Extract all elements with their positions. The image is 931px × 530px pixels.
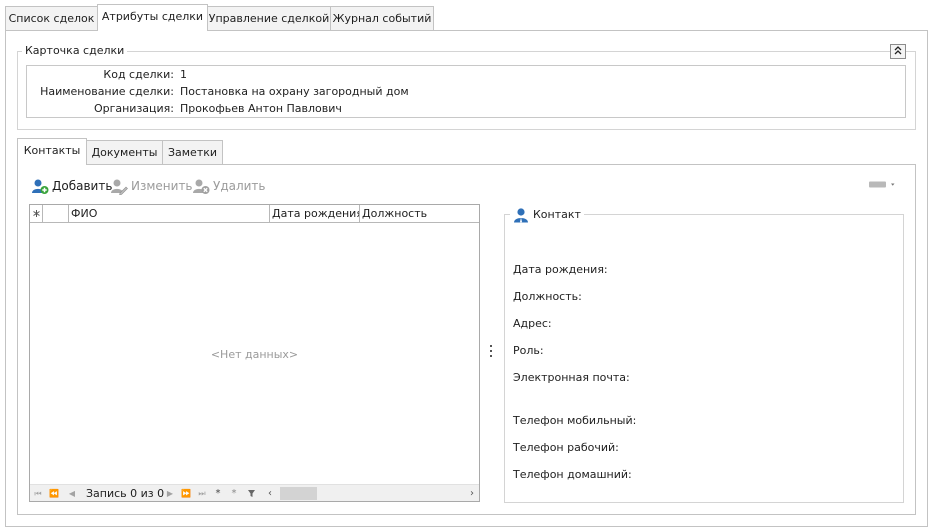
contact-title-label: Контакт [533, 208, 581, 221]
contact-home-phone-label: Телефон домашний: [513, 468, 632, 481]
tab-event-log[interactable]: Журнал событий [330, 6, 434, 30]
contact-work-phone-label: Телефон рабочий: [513, 441, 619, 454]
nav-edit-icon[interactable]: * [228, 485, 240, 502]
add-contact-label: Добавить [52, 179, 113, 193]
scroll-left-icon[interactable]: ‹ [265, 485, 275, 502]
horizontal-scrollbar-thumb[interactable] [280, 487, 317, 500]
tab-documents[interactable]: Документы [86, 140, 163, 164]
contact-address-label: Адрес: [513, 317, 552, 330]
grid-column-birthdate[interactable]: Дата рождения [270, 205, 360, 223]
tab-notes[interactable]: Заметки [162, 140, 223, 164]
contact-title: Контакт [510, 207, 584, 223]
grid-column-position[interactable]: Должность [360, 205, 479, 223]
grid-navigator: ⏮ ⏪ ◀ Запись 0 из 0 ▶ ⏩ ⏭ * * ‹ › [30, 484, 479, 501]
tab-deal-management[interactable]: Управление сделкой [207, 6, 331, 30]
organization-value: Прокофьев Антон Павлович [180, 102, 342, 115]
contact-role-label: Роль: [513, 344, 544, 357]
deal-name-label: Наименование сделки: [40, 85, 174, 98]
tab-deal-list[interactable]: Список сделок [5, 6, 98, 30]
nav-last-icon[interactable]: ⏭ [197, 485, 207, 502]
add-contact-button[interactable]: Добавить [31, 177, 112, 195]
delete-contact-button[interactable]: Удалить [192, 177, 266, 195]
add-user-icon [32, 179, 49, 194]
nav-prev-icon[interactable]: ◀ [67, 485, 77, 502]
grid-column-select[interactable] [43, 205, 69, 223]
deal-card-title: Карточка сделки [22, 44, 128, 58]
contact-position-label: Должность: [513, 290, 582, 303]
contact-mobile-phone-label: Телефон мобильный: [513, 414, 637, 427]
collapse-button[interactable] [890, 44, 906, 59]
contact-email-label: Электронная почта: [513, 371, 630, 384]
nav-first-icon[interactable]: ⏮ [33, 485, 43, 502]
splitter-handle[interactable] [490, 345, 493, 359]
edit-contact-button[interactable]: Изменить [110, 177, 193, 195]
contact-details-box [504, 214, 904, 503]
grid-empty-text: <Нет данных> [210, 348, 299, 361]
scroll-right-icon[interactable]: › [467, 485, 477, 502]
delete-user-icon [193, 179, 210, 194]
nav-next-page-icon[interactable]: ⏩ [181, 485, 191, 502]
nav-record-label: Запись 0 из 0 [86, 487, 165, 500]
nav-next-icon[interactable]: ▶ [165, 485, 175, 502]
contact-birthdate-label: Дата рождения: [513, 263, 608, 276]
nav-filter-icon[interactable] [246, 485, 256, 502]
user-icon [514, 208, 528, 223]
tab-contacts[interactable]: Контакты [17, 138, 87, 165]
delete-contact-label: Удалить [213, 179, 266, 193]
menu-dropdown-icon[interactable] [869, 180, 899, 190]
deal-code-value: 1 [180, 68, 187, 81]
edit-user-icon [111, 179, 128, 195]
grid-column-fio[interactable]: ФИО [69, 205, 270, 223]
new-row-icon [30, 205, 43, 223]
organization-label: Организация: [93, 102, 174, 115]
edit-contact-label: Изменить [131, 179, 193, 193]
grid-header: ФИО Дата рождения Должность [30, 205, 479, 223]
deal-name-value: Постановка на охрану загородный дом [180, 85, 409, 98]
deal-code-label: Код сделки: [103, 68, 174, 81]
tab-deal-attributes[interactable]: Атрибуты сделки [97, 4, 208, 31]
double-chevron-up-icon [894, 46, 902, 55]
contacts-grid[interactable]: ФИО Дата рождения Должность <Нет данных>… [29, 204, 480, 502]
nav-append-icon[interactable]: * [213, 485, 223, 502]
nav-prev-page-icon[interactable]: ⏪ [49, 485, 59, 502]
